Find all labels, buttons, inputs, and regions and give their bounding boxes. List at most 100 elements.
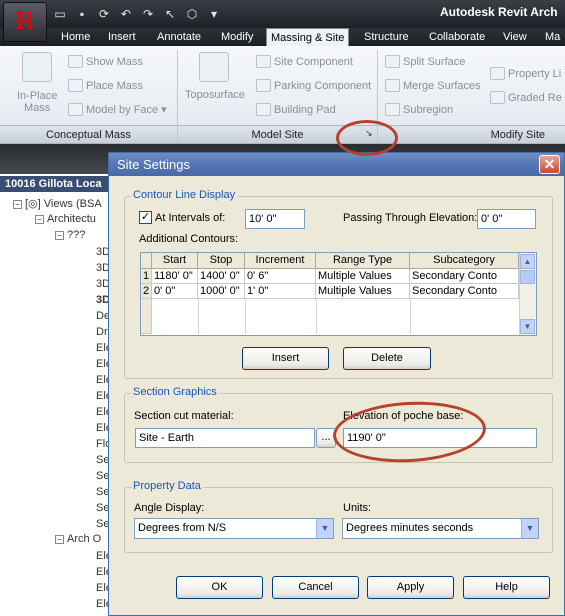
toposurface-icon xyxy=(199,52,229,82)
site-component-icon xyxy=(256,55,271,68)
ok-button[interactable]: OK xyxy=(176,576,263,599)
site-component-button[interactable]: Site Component xyxy=(256,55,353,68)
tab-modify[interactable]: Modify xyxy=(217,28,257,46)
toposurface-button[interactable]: Toposurface xyxy=(185,89,245,101)
merge-surfaces-button[interactable]: Merge Surfaces xyxy=(385,79,481,92)
section-cut-material-label: Section cut material: xyxy=(134,410,234,422)
place-mass-icon xyxy=(68,79,83,92)
collapse-icon[interactable]: − xyxy=(55,535,64,544)
split-surface-button[interactable]: Split Surface xyxy=(385,55,465,68)
at-intervals-checkbox[interactable]: ✓ xyxy=(139,211,152,224)
tab-home[interactable]: Home xyxy=(57,28,94,46)
collapse-icon[interactable]: − xyxy=(55,231,64,240)
additional-contours-label: Additional Contours: xyxy=(139,233,239,245)
split-surface-icon xyxy=(385,55,400,68)
undo-icon[interactable]: ↶ xyxy=(116,5,136,23)
open-icon[interactable]: ▭ xyxy=(50,5,70,23)
table-cell-start[interactable]: 1180' 0" xyxy=(152,269,198,284)
tree-view-item[interactable]: Dr xyxy=(96,326,108,338)
table-gridline xyxy=(316,299,317,334)
table-gridline xyxy=(245,299,246,334)
tab-structure[interactable]: Structure xyxy=(360,28,413,46)
column-header-subcategory[interactable]: Subcategory xyxy=(410,253,519,269)
cancel-button[interactable]: Cancel xyxy=(272,576,359,599)
tree-unknown-node[interactable]: −??? xyxy=(55,229,85,241)
dropdown-icon[interactable]: ▾ xyxy=(204,5,224,23)
table-corner xyxy=(141,253,152,269)
redo-icon[interactable]: ↷ xyxy=(138,5,158,23)
tree-views-node[interactable]: − [◎] Views (BSA xyxy=(13,197,102,210)
subregion-button[interactable]: Subregion xyxy=(385,103,453,116)
tree-arch-node[interactable]: − Arch O xyxy=(55,533,101,545)
interval-input[interactable]: 10' 0" xyxy=(245,209,305,229)
angle-display-label: Angle Display: xyxy=(134,502,205,514)
save-icon[interactable]: ▪ xyxy=(72,5,92,23)
row-number: 1 xyxy=(141,269,152,284)
insert-button[interactable]: Insert xyxy=(242,347,329,370)
property-data-group-title: Property Data xyxy=(131,480,203,492)
model-by-face-button[interactable]: Model by Face ▾ xyxy=(68,103,167,116)
table-cell-stop[interactable]: 1400' 0" xyxy=(198,269,245,284)
model-by-face-icon xyxy=(68,103,83,116)
table-cell-subcategory[interactable]: Secondary Conto xyxy=(410,284,519,299)
scroll-down-icon[interactable]: ▼ xyxy=(520,319,535,334)
show-mass-icon xyxy=(68,55,83,68)
dialog-launcher-icon[interactable]: ↘ xyxy=(365,128,373,139)
property-lines-button[interactable]: Property Li xyxy=(490,67,561,80)
section-cut-material-input[interactable]: Site - Earth xyxy=(135,428,315,448)
units-select[interactable]: Degrees minutes seconds ▼ xyxy=(342,518,539,539)
angle-display-select[interactable]: Degrees from N/S ▼ xyxy=(134,518,334,539)
poche-base-input[interactable]: 1190' 0" xyxy=(343,428,537,448)
tab-collaborate[interactable]: Collaborate xyxy=(425,28,489,46)
close-button[interactable]: ✕ xyxy=(539,155,560,174)
in-place-mass-icon xyxy=(22,52,52,82)
views-icon: [◎] xyxy=(25,198,41,210)
panel-label-model-site: Model Site xyxy=(178,125,377,143)
table-cell-stop[interactable]: 1000' 0" xyxy=(198,284,245,299)
application-menu-button[interactable]: R xyxy=(3,2,47,42)
column-header-increment[interactable]: Increment xyxy=(245,253,316,269)
place-mass-button[interactable]: Place Mass xyxy=(68,79,143,92)
contour-line-group-title: Contour Line Display xyxy=(131,189,238,201)
apply-button[interactable]: Apply xyxy=(367,576,454,599)
scroll-up-icon[interactable]: ▲ xyxy=(520,254,535,269)
table-gridline xyxy=(410,299,411,334)
column-header-range-type[interactable]: Range Type xyxy=(316,253,410,269)
table-cell-subcategory[interactable]: Secondary Conto xyxy=(410,269,519,284)
chevron-down-icon[interactable]: ▼ xyxy=(521,519,538,538)
table-cell-start[interactable]: 0' 0" xyxy=(152,284,198,299)
table-cell-range-type[interactable]: Multiple Values xyxy=(316,284,410,299)
passing-through-label: Passing Through Elevation: xyxy=(343,212,478,224)
tab-annotate[interactable]: Annotate xyxy=(153,28,205,46)
column-header-stop[interactable]: Stop xyxy=(198,253,245,269)
table-cell-increment[interactable]: 1' 0" xyxy=(245,284,316,299)
browse-material-button[interactable]: ... xyxy=(316,428,336,448)
at-intervals-label: At Intervals of: xyxy=(155,212,226,224)
table-cell-increment[interactable]: 0' 6" xyxy=(245,269,316,284)
row-number-empty xyxy=(141,299,152,334)
table-cell-range-type[interactable]: Multiple Values xyxy=(316,269,410,284)
tab-massing-site[interactable]: Massing & Site xyxy=(266,28,350,47)
tab-insert[interactable]: Insert xyxy=(104,28,140,46)
show-mass-button[interactable]: Show Mass xyxy=(68,55,143,68)
sync-icon[interactable]: ⟳ xyxy=(94,5,114,23)
tab-view[interactable]: View xyxy=(499,28,531,46)
column-header-start[interactable]: Start xyxy=(152,253,198,269)
units-label: Units: xyxy=(343,502,372,514)
graded-region-button[interactable]: Graded Re xyxy=(490,91,562,104)
collapse-icon[interactable]: − xyxy=(35,215,44,224)
help-button[interactable]: Help xyxy=(463,576,550,599)
passing-through-input[interactable]: 0' 0" xyxy=(477,209,536,229)
in-place-mass-button[interactable]: In-Place Mass xyxy=(17,90,57,114)
tree-architecture-node[interactable]: − Architectu xyxy=(35,213,96,225)
collapse-icon[interactable]: − xyxy=(13,200,22,209)
building-pad-button[interactable]: Building Pad xyxy=(256,103,336,116)
delete-button[interactable]: Delete xyxy=(343,347,431,370)
parking-component-button[interactable]: Parking Component xyxy=(256,79,371,92)
chevron-down-icon[interactable]: ▼ xyxy=(316,519,333,538)
select-icon[interactable]: ↖ xyxy=(160,5,180,23)
model-icon[interactable]: ⬡ xyxy=(182,5,202,23)
tab-manage[interactable]: Ma xyxy=(541,28,564,46)
tree-view-item-label: Dr xyxy=(96,326,108,338)
scroll-thumb[interactable] xyxy=(520,270,535,284)
